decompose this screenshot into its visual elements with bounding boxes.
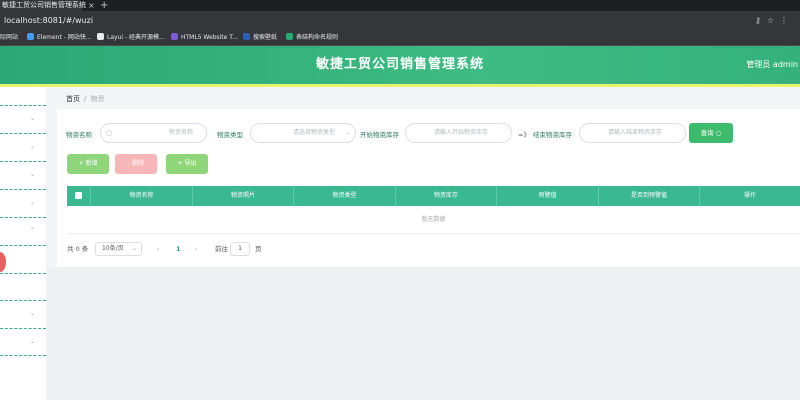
chevron-up-icon[interactable]: ⌃ (30, 227, 35, 234)
sidebar-item[interactable] (0, 355, 46, 356)
bookmark-item[interactable]: HTML5 Website T... (171, 30, 238, 45)
url-field[interactable]: localhost:8081/#/wuzi (4, 11, 93, 30)
browser-tab-title: 敏捷工贸公司销售管理系统 (2, 1, 86, 9)
sidebar-item[interactable] (0, 105, 46, 106)
sidebar-item[interactable] (0, 245, 46, 246)
stock-start-placeholder: 请输入开始物资库存 (434, 129, 489, 136)
sidebar: ⌄ ⌄ ⌄ ⌄ ⌃ ⌄ ⌄ (0, 87, 46, 400)
name-label: 物资名称 (66, 131, 92, 139)
stock-start-input[interactable]: 请输入开始物资库存 (405, 123, 512, 143)
search-button[interactable]: 查询 ○ (689, 123, 733, 143)
wallpaper-icon (243, 33, 250, 40)
pager-total: 共 0 条 (67, 245, 89, 253)
chevron-down-icon: ⌄ (344, 129, 350, 136)
content-panel: 物资名称 ○ 物资名称 物资类型 请选择物资类型 ⌄ 开始物资库存 请输入开始物… (57, 109, 800, 267)
main-content: 首页 / 物资 物资名称 ○ 物资名称 物资类型 请选择物资类型 ⌄ 开始物资库存 … (57, 87, 800, 267)
select-all-checkbox[interactable] (75, 192, 82, 199)
column-header: 物资库存 (396, 186, 497, 206)
export-button[interactable]: + 导出 (166, 154, 208, 174)
page-unit-label: 页 (255, 245, 262, 253)
bookmark-item[interactable]: 表结构命名规则 (286, 30, 338, 45)
bookmarks-bar: 际网站 Element - 网站快... Layui - 经典开源模... HT… (0, 30, 800, 46)
table-icon (286, 33, 293, 40)
chevron-down-icon[interactable]: ⌄ (30, 115, 35, 122)
address-bar: localhost:8081/#/wuzi ⚷☆⋮ (0, 11, 800, 30)
sidebar-item[interactable] (0, 133, 46, 134)
menu-icon[interactable]: ⋮ (780, 16, 794, 25)
user-menu[interactable]: 管理员 admin (746, 46, 798, 84)
column-header: 预警值 (497, 186, 599, 206)
bookmark-item[interactable]: 搜索壁纸 (243, 30, 277, 45)
type-placeholder: 请选择物资类型 (293, 129, 336, 136)
table-empty-text: 暂无数据 (67, 206, 800, 234)
stock-end-input[interactable]: 请输入结束物资库存 (579, 123, 686, 143)
sidebar-item[interactable] (0, 217, 46, 218)
bookmark-item[interactable]: Layui - 经典开源模... (97, 30, 165, 45)
bookmark-item[interactable]: 际网站 (0, 30, 18, 45)
select-all-cell[interactable] (67, 186, 91, 206)
table-header: 物资名称 物资照片 物资类型 物资库存 预警值 是否到预警值 操作 (67, 186, 800, 206)
sidebar-item[interactable] (0, 189, 46, 190)
sidebar-item[interactable] (0, 161, 46, 162)
app-header: 敏捷工贸公司销售管理系统 管理员 admin (0, 46, 800, 84)
key-icon[interactable]: ⚷ (755, 16, 767, 25)
delete-button[interactable]: - 删除 (115, 154, 157, 174)
column-header: 物资名称 (91, 186, 193, 206)
range-separator: =》 (518, 131, 530, 139)
chevron-down-icon[interactable]: ⌄ (30, 310, 35, 317)
breadcrumb: 首页 / 物资 (66, 94, 104, 104)
element-icon (27, 33, 34, 40)
browser-tab-bar: 敏捷工贸公司销售管理系统 × + (0, 0, 800, 11)
breadcrumb-separator: / (84, 95, 87, 103)
goto-label: 前往 (215, 245, 228, 253)
chevron-down-icon[interactable]: ⌄ (30, 143, 35, 150)
search-icon: ○ (106, 129, 113, 137)
chevron-down-icon: ⌄ (131, 245, 137, 252)
chevron-down-icon[interactable]: ⌄ (30, 338, 35, 345)
chevron-down-icon[interactable]: ⌄ (30, 199, 35, 206)
sidebar-item[interactable] (0, 328, 46, 329)
page-size-value: 10条/页 (102, 245, 124, 252)
prev-page-button[interactable]: ‹ (157, 241, 160, 257)
page-background (46, 267, 800, 400)
breadcrumb-home[interactable]: 首页 (66, 95, 80, 103)
browser-toolbar-icons: ⚷☆⋮ (755, 11, 794, 30)
bookmark-item[interactable]: Element - 网站快... (27, 30, 92, 45)
name-placeholder: 物资名称 (169, 129, 194, 136)
name-input[interactable]: ○ 物资名称 (100, 123, 207, 143)
page-number[interactable]: 1 (176, 241, 181, 257)
column-header: 物资类型 (294, 186, 396, 206)
stock-end-placeholder: 请输入结束物资库存 (608, 129, 663, 136)
page-size-select[interactable]: 10条/页 ⌄ (95, 242, 142, 256)
breadcrumb-current: 物资 (90, 95, 105, 103)
goto-page-input[interactable]: 1 (230, 242, 250, 256)
new-tab-icon[interactable]: + (100, 0, 108, 11)
column-header: 物资照片 (193, 186, 294, 206)
browser-tab[interactable]: 敏捷工贸公司销售管理系统 (0, 0, 86, 11)
type-label: 物资类型 (217, 131, 243, 139)
next-page-button[interactable]: › (195, 241, 198, 257)
layui-icon (97, 33, 104, 40)
chevron-down-icon[interactable]: ⌄ (30, 171, 35, 178)
indicator-dot (0, 252, 6, 272)
add-button[interactable]: + 新增 (67, 154, 109, 174)
app-title: 敏捷工贸公司销售管理系统 (315, 57, 484, 72)
close-tab-icon[interactable]: × (88, 0, 95, 11)
html5-icon (171, 33, 178, 40)
stock-start-label: 开始物资库存 (360, 131, 399, 139)
stock-end-label: 结束物资库存 (533, 131, 572, 139)
type-select[interactable]: 请选择物资类型 ⌄ (250, 123, 356, 143)
star-icon[interactable]: ☆ (767, 16, 780, 25)
column-header: 是否到预警值 (599, 186, 700, 206)
column-header: 操作 (743, 192, 756, 199)
sidebar-item[interactable] (0, 300, 46, 301)
sidebar-item[interactable] (0, 273, 46, 274)
